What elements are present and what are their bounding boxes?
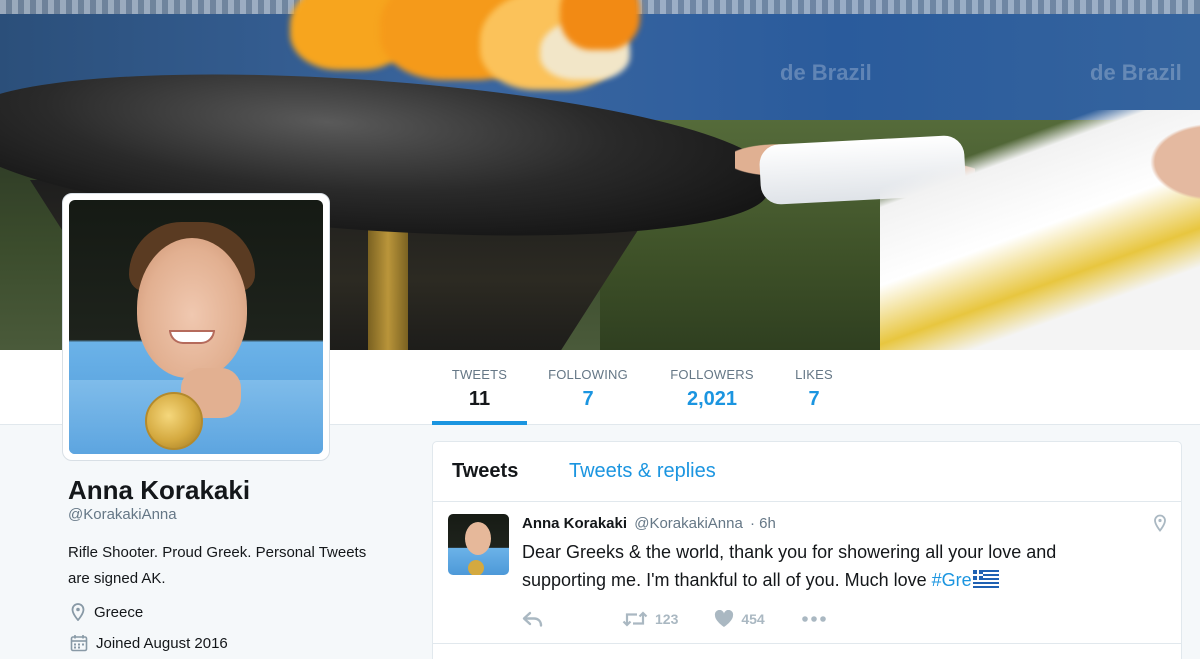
tweet-actions: 123 454	[522, 610, 827, 628]
tab-tweets[interactable]: Tweets	[452, 460, 518, 483]
tab-tweets-and-replies[interactable]: Tweets & replies	[569, 460, 716, 483]
tweet-author-name[interactable]: Anna Korakaki	[522, 515, 627, 532]
stat-following-label: FOLLOWING	[548, 367, 628, 382]
reply-button[interactable]	[522, 611, 544, 627]
profile-name: Anna Korakaki	[68, 475, 251, 505]
retweet-button[interactable]: 123	[622, 611, 678, 627]
like-count: 454	[741, 611, 765, 627]
profile-joined-text: Joined August 2016	[96, 634, 228, 652]
tweet-author-handle[interactable]: @KorakakiAnna	[634, 515, 743, 532]
tweet-hashtag[interactable]: #Gre	[932, 570, 972, 590]
stat-followers-count: 2,021	[686, 388, 738, 410]
greek-flag-icon	[972, 570, 999, 588]
calendar-icon	[70, 635, 88, 652]
profile-handle[interactable]: @KorakakiAnna	[68, 506, 177, 523]
tweet-header: Anna Korakaki @KorakakiAnna · 6h	[522, 515, 776, 532]
stat-tweets-label: TWEETS	[451, 367, 508, 382]
stat-tweets[interactable]: TWEETS 11	[432, 350, 527, 425]
location-pin-icon	[71, 603, 85, 621]
timeline: Tweets Tweets & replies Anna Korakaki @K…	[432, 441, 1182, 659]
like-button[interactable]: 454	[714, 610, 765, 628]
reply-icon	[522, 611, 543, 627]
stat-followers-label: FOLLOWERS	[670, 367, 754, 382]
stat-tweets-count: 11	[468, 388, 491, 410]
more-button[interactable]	[801, 615, 827, 623]
stat-followers[interactable]: FOLLOWERS 2,021	[662, 350, 762, 425]
tweet-text: Dear Greeks & the world, thank you for s…	[522, 538, 1142, 594]
tweet-author-avatar[interactable]	[448, 514, 509, 575]
retweet-count: 123	[655, 611, 679, 627]
profile-bio: Rifle Shooter. Proud Greek. Personal Twe…	[68, 544, 367, 587]
tweet-timestamp[interactable]: · 6h	[750, 515, 776, 532]
profile-location: Greece	[70, 603, 143, 621]
profile-avatar[interactable]	[62, 193, 330, 461]
stat-likes[interactable]: LIKES 7	[786, 350, 842, 425]
retweet-icon	[622, 611, 648, 627]
avatar-photo	[69, 200, 323, 454]
profile-joined: Joined August 2016	[70, 634, 228, 652]
stat-following[interactable]: FOLLOWING 7	[540, 350, 636, 425]
stat-likes-count: 7	[808, 388, 820, 410]
more-icon	[801, 616, 826, 622]
stat-following-count: 7	[582, 388, 594, 410]
stat-likes-label: LIKES	[795, 367, 833, 382]
location-pin-icon[interactable]	[1153, 514, 1167, 532]
profile-location-text[interactable]: Greece	[94, 604, 143, 621]
timeline-tabs: Tweets Tweets & replies	[433, 442, 1181, 502]
heart-icon	[715, 610, 734, 627]
tweet[interactable]: Anna Korakaki @KorakakiAnna · 6h Dear Gr…	[433, 502, 1181, 644]
